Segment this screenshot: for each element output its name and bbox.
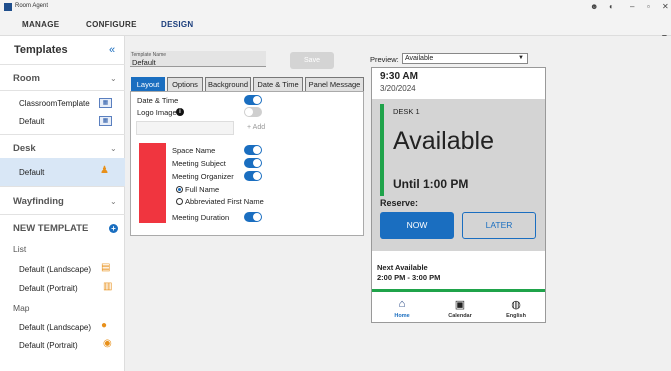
sidebar-item-desk-default[interactable]: Default	[19, 168, 44, 177]
nav-home-label[interactable]: Home	[386, 313, 418, 319]
top-navigation: MANAGE CONFIGURE DESIGN ≡	[0, 14, 671, 49]
reserve-label: Reserve:	[380, 198, 419, 208]
nav-calendar-label[interactable]: Calendar	[442, 313, 478, 319]
minimize-icon[interactable]: –	[630, 2, 634, 11]
tab-background[interactable]: Background	[205, 77, 251, 91]
close-icon[interactable]: ✕	[662, 2, 669, 11]
date-time-toggle[interactable]	[244, 95, 262, 105]
app-title: Room Agent	[15, 3, 49, 9]
date-time-label: Date & Time	[137, 96, 179, 105]
chevron-down-icon[interactable]: ⌄	[110, 197, 117, 206]
collapse-sidebar-icon[interactable]: «	[109, 44, 115, 56]
preview-time: 9:30 AM	[380, 71, 418, 82]
save-button[interactable]: Save	[290, 52, 334, 69]
sidebar-item-list-landscape[interactable]: Default (Landscape)	[19, 265, 91, 274]
home-icon[interactable]: ⌂	[392, 298, 412, 310]
sidebar-heading: Templates	[14, 44, 68, 56]
chevron-down-icon[interactable]: ⌄	[110, 144, 117, 153]
full-name-radio[interactable]	[176, 186, 183, 193]
tab-layout[interactable]: Layout	[131, 77, 165, 91]
maximize-icon[interactable]: ▫	[647, 2, 650, 11]
sidebar-item-map-portrait[interactable]: Default (Portrait)	[19, 341, 78, 350]
sidebar-item-classroomtemplate[interactable]: ClassroomTemplate	[19, 99, 90, 108]
space-name-label: Space Name	[172, 146, 216, 155]
logo-image-toggle[interactable]	[244, 107, 262, 117]
preview-label: Preview:	[370, 55, 399, 64]
map-portrait-icon: ◉	[103, 338, 112, 349]
status-line	[372, 289, 545, 292]
meeting-duration-label: Meeting Duration	[172, 213, 230, 222]
section-room[interactable]: Room	[13, 73, 40, 84]
section-desk[interactable]: Desk	[13, 143, 36, 154]
tab-design[interactable]: DESIGN	[161, 20, 193, 29]
room-template-icon: ▦	[99, 98, 112, 108]
divider	[0, 90, 125, 91]
until-text: Until 1:00 PM	[393, 177, 469, 191]
abbreviated-name-radio[interactable]	[176, 198, 183, 205]
tab-panel-message[interactable]: Panel Message	[305, 77, 364, 91]
list-landscape-icon: ▤	[101, 262, 111, 273]
globe-icon[interactable]: ◍	[506, 298, 526, 311]
add-logo-button[interactable]: + Add	[247, 124, 265, 131]
group-map: Map	[13, 303, 30, 313]
reserve-now-button[interactable]: NOW	[380, 212, 454, 239]
accent-color-swatch[interactable]	[139, 143, 166, 223]
sidebar-item-map-landscape[interactable]: Default (Landscape)	[19, 323, 91, 332]
preview-date: 3/20/2024	[380, 84, 416, 93]
full-name-label: Full Name	[185, 185, 220, 194]
sidebar-item-room-default[interactable]: Default	[19, 117, 44, 126]
meeting-organizer-toggle[interactable]	[244, 171, 262, 181]
divider	[0, 214, 125, 215]
nav-english-label[interactable]: English	[498, 313, 534, 319]
chevron-down-icon[interactable]: ⌄	[110, 74, 117, 83]
meeting-subject-toggle[interactable]	[244, 158, 262, 168]
next-available-time: 2:00 PM - 3:00 PM	[377, 273, 441, 282]
abbreviated-name-label: Abbreviated First Name	[185, 197, 264, 206]
logo-image-field[interactable]	[136, 121, 234, 135]
preview-state-select[interactable]: Available ▼	[402, 53, 528, 64]
feedback-icon[interactable]: ☻	[590, 2, 598, 11]
space-name-toggle[interactable]	[244, 145, 262, 155]
divider	[0, 134, 125, 135]
dropdown-arrow-icon: ▼	[518, 55, 524, 61]
calendar-icon[interactable]: ▣	[450, 298, 470, 311]
title-bar: Room Agent ☻ ◐ – ▫ ✕	[0, 0, 671, 14]
status-text: Available	[393, 127, 495, 155]
list-portrait-icon: ▥	[103, 281, 113, 292]
section-wayfinding[interactable]: Wayfinding	[13, 196, 64, 207]
section-new-template: NEW TEMPLATE	[13, 223, 89, 234]
template-name-label: Template Name	[131, 52, 167, 58]
map-landscape-icon: ●	[101, 320, 108, 331]
meeting-organizer-label: Meeting Organizer	[172, 172, 234, 181]
app-logo-icon	[4, 3, 12, 11]
desk-template-icon: ♟	[100, 165, 109, 176]
desk-name: DESK 1	[393, 107, 420, 116]
tab-options[interactable]: Options	[167, 77, 203, 91]
divider	[0, 186, 125, 187]
add-template-icon[interactable]: +	[109, 224, 118, 233]
status-color-bar	[380, 104, 384, 196]
preview-selected-value: Available	[405, 55, 434, 62]
reserve-later-button[interactable]: LATER	[462, 212, 536, 239]
info-icon[interactable]: i	[176, 108, 184, 116]
tab-configure[interactable]: CONFIGURE	[86, 20, 137, 29]
divider	[0, 64, 125, 65]
meeting-subject-label: Meeting Subject	[172, 159, 226, 168]
meeting-duration-toggle[interactable]	[244, 212, 262, 222]
sidebar-item-list-portrait[interactable]: Default (Portrait)	[19, 284, 78, 293]
restore-icon[interactable]: ◐	[609, 2, 614, 11]
group-list: List	[13, 244, 27, 254]
room-template-icon: ▦	[99, 116, 112, 126]
tab-date-time[interactable]: Date & Time	[253, 77, 303, 91]
next-available-label: Next Available	[377, 263, 428, 272]
tab-manage[interactable]: MANAGE	[22, 20, 59, 29]
logo-image-label: Logo Image	[137, 108, 177, 117]
